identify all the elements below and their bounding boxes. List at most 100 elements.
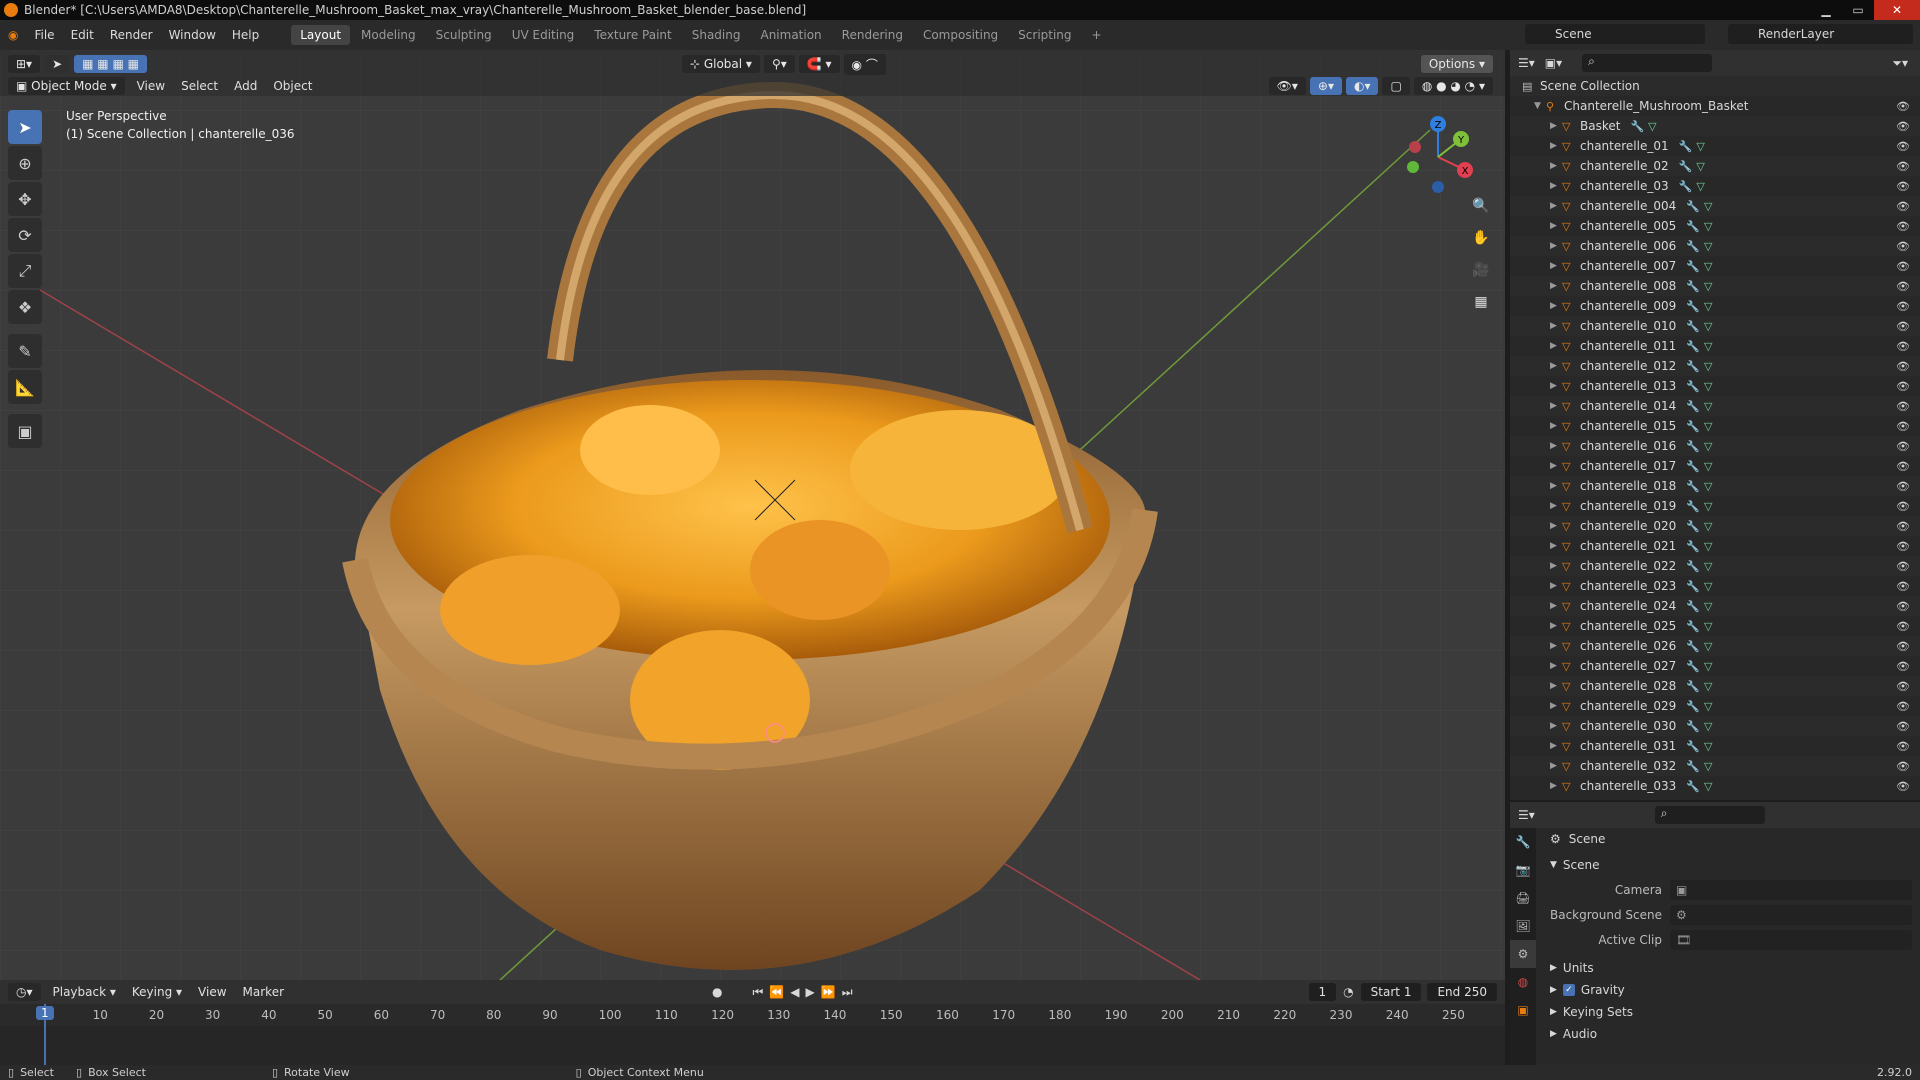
pan-hand-icon[interactable]: ✋ xyxy=(1467,224,1495,252)
render-tab-icon[interactable]: 📷 xyxy=(1510,856,1536,884)
modifier-icon[interactable]: 🔧 xyxy=(1686,340,1700,353)
outliner-item[interactable]: ▶ ▽ chanterelle_005 🔧 ▽ 👁 xyxy=(1510,216,1920,236)
expand-icon[interactable]: ▶ xyxy=(1550,761,1562,771)
expand-icon[interactable]: ▶ xyxy=(1550,481,1562,491)
modifier-icon[interactable]: 🔧 xyxy=(1686,320,1700,333)
outliner-item[interactable]: ▶ ▽ chanterelle_02 🔧 ▽ 👁 xyxy=(1510,156,1920,176)
gravity-checkbox[interactable]: ✓ xyxy=(1562,984,1575,996)
expand-icon[interactable]: ▶ xyxy=(1550,121,1562,131)
scene-collection-row[interactable]: ▤ Scene Collection xyxy=(1510,76,1920,96)
overlay-toggle-icon[interactable]: ◐▾ xyxy=(1345,77,1379,95)
start-frame-field[interactable]: Start 1 xyxy=(1360,983,1422,1001)
mesh-data-icon[interactable]: ▽ xyxy=(1704,780,1712,793)
outliner-item[interactable]: ▶ ▽ chanterelle_011 🔧 ▽ 👁 xyxy=(1510,336,1920,356)
visibility-eye-icon[interactable]: 👁 xyxy=(1896,300,1910,313)
outliner-item[interactable]: ▶ ▽ chanterelle_028 🔧 ▽ 👁 xyxy=(1510,676,1920,696)
timeline-editor-icon[interactable]: ◷▾ xyxy=(8,983,41,1001)
navigation-gizmo[interactable]: Z X Y xyxy=(1393,112,1483,202)
selection-mode-icon[interactable]: ▦ ▦ ▦ ▦ xyxy=(74,55,147,73)
expand-icon[interactable]: ▶ xyxy=(1550,361,1562,371)
menu-object[interactable]: Object xyxy=(265,77,320,95)
mesh-data-icon[interactable]: ▽ xyxy=(1704,720,1712,733)
outliner-item[interactable]: ▶ ▽ chanterelle_030 🔧 ▽ 👁 xyxy=(1510,716,1920,736)
outliner-item[interactable]: ▶ ▽ chanterelle_017 🔧 ▽ 👁 xyxy=(1510,456,1920,476)
expand-icon[interactable]: ▶ xyxy=(1550,441,1562,451)
add-workspace-icon[interactable]: + xyxy=(1083,25,1111,45)
visibility-eye-icon[interactable]: 👁 xyxy=(1896,160,1910,173)
modifier-icon[interactable]: 🔧 xyxy=(1630,120,1644,133)
expand-icon[interactable]: ▶ xyxy=(1550,261,1562,271)
modifier-icon[interactable]: 🔧 xyxy=(1686,480,1700,493)
camera-view-icon[interactable]: 🎥 xyxy=(1467,256,1495,284)
visibility-eye-icon[interactable]: 👁 xyxy=(1896,500,1910,513)
modifier-icon[interactable]: 🔧 xyxy=(1686,380,1700,393)
visibility-eye-icon[interactable]: 👁 xyxy=(1896,640,1910,653)
select-tool-icon[interactable]: ➤ xyxy=(44,55,71,73)
outliner-item[interactable]: ▶ ▽ chanterelle_012 🔧 ▽ 👁 xyxy=(1510,356,1920,376)
modifier-icon[interactable]: 🔧 xyxy=(1679,160,1693,173)
expand-icon[interactable]: ▼ xyxy=(1534,101,1546,111)
expand-icon[interactable]: ▶ xyxy=(1550,301,1562,311)
render-layer-selector[interactable]: RenderLayer xyxy=(1728,24,1913,44)
outliner-item[interactable]: ▶ ▽ chanterelle_019 🔧 ▽ 👁 xyxy=(1510,496,1920,516)
modifier-icon[interactable]: 🔧 xyxy=(1686,680,1700,693)
expand-icon[interactable]: ▶ xyxy=(1550,241,1562,251)
mesh-data-icon[interactable]: ▽ xyxy=(1704,740,1712,753)
outliner-item[interactable]: ▶ ▽ chanterelle_014 🔧 ▽ 👁 xyxy=(1510,396,1920,416)
modifier-icon[interactable]: 🔧 xyxy=(1679,140,1693,153)
units-panel[interactable]: ▶ Units xyxy=(1540,957,1920,979)
outliner-item[interactable]: ▶ ▽ chanterelle_032 🔧 ▽ 👁 xyxy=(1510,756,1920,776)
menu-playback[interactable]: Playback ▾ xyxy=(45,983,124,1001)
visibility-eye-icon[interactable]: 👁 xyxy=(1896,540,1910,553)
outliner-item[interactable]: ▶ ▽ chanterelle_029 🔧 ▽ 👁 xyxy=(1510,696,1920,716)
object-tab-icon[interactable]: ▣ xyxy=(1510,996,1536,1024)
outliner-item[interactable]: ▶ ▽ chanterelle_021 🔧 ▽ 👁 xyxy=(1510,536,1920,556)
expand-icon[interactable]: ▶ xyxy=(1550,721,1562,731)
mesh-data-icon[interactable]: ▽ xyxy=(1704,420,1712,433)
expand-icon[interactable]: ▶ xyxy=(1550,581,1562,591)
mesh-data-icon[interactable]: ▽ xyxy=(1696,180,1704,193)
menu-keying[interactable]: Keying ▾ xyxy=(124,983,190,1001)
menu-timeline-view[interactable]: View xyxy=(190,983,234,1001)
outliner-item[interactable]: ▶ ▽ chanterelle_022 🔧 ▽ 👁 xyxy=(1510,556,1920,576)
menu-marker[interactable]: Marker xyxy=(235,983,292,1001)
mesh-data-icon[interactable]: ▽ xyxy=(1704,380,1712,393)
expand-icon[interactable]: ▶ xyxy=(1550,521,1562,531)
outliner-item[interactable]: ▶ ▽ chanterelle_024 🔧 ▽ 👁 xyxy=(1510,596,1920,616)
mesh-data-icon[interactable]: ▽ xyxy=(1704,280,1712,293)
modifier-icon[interactable]: 🔧 xyxy=(1686,420,1700,433)
prev-keyframe-icon[interactable]: ⏪ xyxy=(769,985,784,999)
visibility-eye-icon[interactable]: 👁 xyxy=(1896,440,1910,453)
mesh-data-icon[interactable]: ▽ xyxy=(1704,760,1712,773)
filter-icon[interactable]: ⏷▾ xyxy=(1892,56,1908,71)
modifier-icon[interactable]: 🔧 xyxy=(1686,260,1700,273)
expand-icon[interactable]: ▶ xyxy=(1550,401,1562,411)
tab-animation[interactable]: Animation xyxy=(751,25,830,45)
expand-icon[interactable]: ▶ xyxy=(1550,221,1562,231)
outliner-item[interactable]: ▶ ▽ chanterelle_007 🔧 ▽ 👁 xyxy=(1510,256,1920,276)
mesh-data-icon[interactable]: ▽ xyxy=(1704,580,1712,593)
annotate-icon[interactable]: ✎ xyxy=(8,334,42,368)
outliner-item[interactable]: ▶ ▽ chanterelle_020 🔧 ▽ 👁 xyxy=(1510,516,1920,536)
tab-modeling[interactable]: Modeling xyxy=(352,25,425,45)
visibility-eye-icon[interactable]: 👁 xyxy=(1896,140,1910,153)
visibility-eye-icon[interactable]: 👁 xyxy=(1896,480,1910,493)
outliner-item[interactable]: ▶ ▽ chanterelle_025 🔧 ▽ 👁 xyxy=(1510,616,1920,636)
mesh-data-icon[interactable]: ▽ xyxy=(1704,520,1712,533)
view-layer-tab-icon[interactable]: 🖼 xyxy=(1510,912,1536,940)
outliner-item[interactable]: ▶ ▽ chanterelle_027 🔧 ▽ 👁 xyxy=(1510,656,1920,676)
expand-icon[interactable]: ▶ xyxy=(1550,421,1562,431)
visibility-eye-icon[interactable]: 👁 xyxy=(1896,460,1910,473)
rotate-icon[interactable]: ⟳ xyxy=(8,218,42,252)
display-mode-icon[interactable]: ▣▾ xyxy=(1545,56,1562,70)
outliner-search-field[interactable]: ⌕ xyxy=(1582,54,1713,72)
outliner-item[interactable]: ▶ ▽ chanterelle_018 🔧 ▽ 👁 xyxy=(1510,476,1920,496)
modifier-icon[interactable]: 🔧 xyxy=(1686,540,1700,553)
visibility-eye-icon[interactable]: 👁 xyxy=(1896,280,1910,293)
jump-start-icon[interactable]: ⏮ xyxy=(753,985,764,1000)
modifier-icon[interactable]: 🔧 xyxy=(1686,440,1700,453)
expand-icon[interactable]: ▶ xyxy=(1550,621,1562,631)
outliner-item[interactable]: ▶ ▽ Basket 🔧 ▽ 👁 xyxy=(1510,116,1920,136)
modifier-icon[interactable]: 🔧 xyxy=(1686,360,1700,373)
zoom-icon[interactable]: 🔍 xyxy=(1467,192,1495,220)
